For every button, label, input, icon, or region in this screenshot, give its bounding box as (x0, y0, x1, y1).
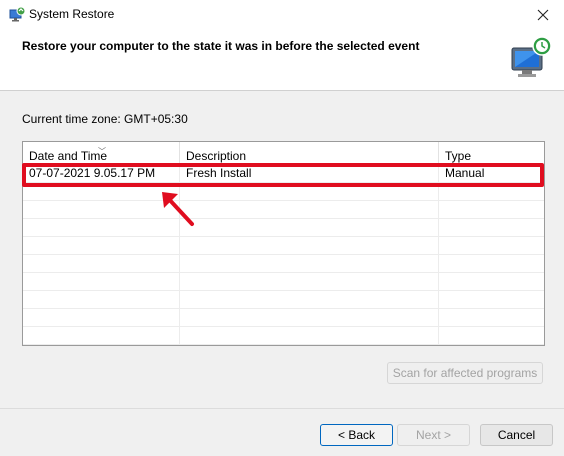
row-date: 07-07-2021 9.05.17 PM (23, 165, 180, 182)
empty-row (23, 237, 544, 255)
empty-row (23, 291, 544, 309)
empty-row (23, 327, 544, 345)
empty-row (23, 255, 544, 273)
column-header-description[interactable]: Description (180, 142, 439, 164)
list-header: ﹀ Date and Time Description Type (23, 142, 544, 165)
close-button[interactable] (522, 0, 564, 30)
red-arrow-icon (162, 192, 194, 226)
close-icon (537, 9, 549, 21)
next-button[interactable]: Next > (397, 424, 470, 446)
cancel-button[interactable]: Cancel (480, 424, 553, 446)
dialog-header: Restore your computer to the state it wa… (0, 30, 564, 91)
table-row[interactable]: 07-07-2021 9.05.17 PM Fresh Install Manu… (23, 165, 544, 183)
back-button[interactable]: < Back (320, 424, 393, 446)
sort-chevron-icon: ﹀ (98, 147, 106, 156)
window-title: System Restore (29, 7, 115, 21)
list-rows: 07-07-2021 9.05.17 PM Fresh Install Manu… (23, 165, 544, 345)
restore-point-list[interactable]: ﹀ Date and Time Description Type 07-07-2… (22, 141, 545, 346)
empty-row (23, 183, 544, 201)
computer-restore-icon (511, 36, 552, 77)
column-header-date[interactable]: ﹀ Date and Time (23, 142, 180, 164)
row-type: Manual (445, 166, 485, 180)
column-header-type-label: Type (445, 149, 472, 163)
empty-row (23, 201, 544, 219)
timezone-label: Current time zone: GMT+05:30 (22, 112, 188, 126)
column-header-description-label: Description (186, 149, 247, 163)
title-bar: System Restore (0, 0, 564, 30)
column-header-type[interactable]: Type (439, 142, 544, 164)
system-restore-icon (9, 6, 26, 22)
header-instruction: Restore your computer to the state it wa… (22, 39, 420, 53)
empty-row (23, 273, 544, 291)
column-header-date-label: Date and Time (29, 149, 108, 163)
empty-row (23, 219, 544, 237)
footer-divider (0, 408, 564, 409)
empty-row (23, 309, 544, 327)
row-description: Fresh Install (180, 165, 439, 182)
scan-affected-programs-button[interactable]: Scan for affected programs (387, 362, 543, 384)
